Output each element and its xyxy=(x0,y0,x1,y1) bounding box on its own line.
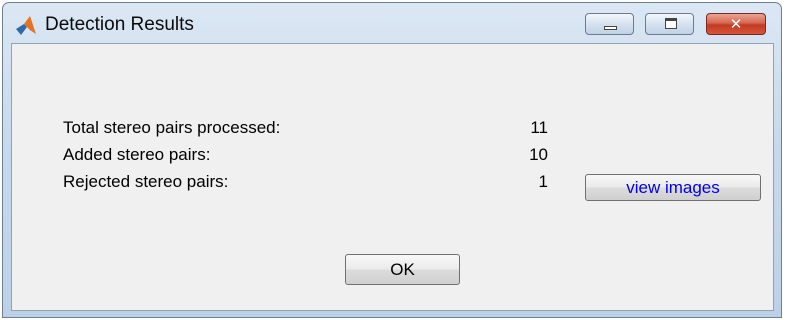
ok-button[interactable]: OK xyxy=(345,254,460,285)
total-pairs-value: 11 xyxy=(530,118,548,137)
close-button[interactable]: ✕ xyxy=(706,13,766,35)
minimize-button[interactable] xyxy=(585,13,634,35)
title-bar[interactable]: Detection Results ✕ xyxy=(3,3,781,43)
matlab-logo-icon xyxy=(16,16,36,35)
view-images-button[interactable]: view images xyxy=(585,174,761,201)
rejected-pairs-label: Rejected stereo pairs: xyxy=(63,172,229,191)
window-title: Detection Results xyxy=(45,14,194,35)
total-pairs-label: Total stereo pairs processed: xyxy=(63,118,281,137)
minimize-icon xyxy=(604,26,617,30)
dialog-body: Total stereo pairs processed: 11 Added s… xyxy=(11,43,774,311)
rejected-pairs-value: 1 xyxy=(538,172,548,191)
added-pairs-label: Added stereo pairs: xyxy=(63,145,211,164)
maximize-icon xyxy=(665,18,677,29)
dialog-window: Detection Results ✕ Total stereo pairs p… xyxy=(2,2,782,318)
close-icon: ✕ xyxy=(729,15,743,33)
maximize-button[interactable] xyxy=(645,13,694,35)
added-pairs-value: 10 xyxy=(529,145,548,164)
